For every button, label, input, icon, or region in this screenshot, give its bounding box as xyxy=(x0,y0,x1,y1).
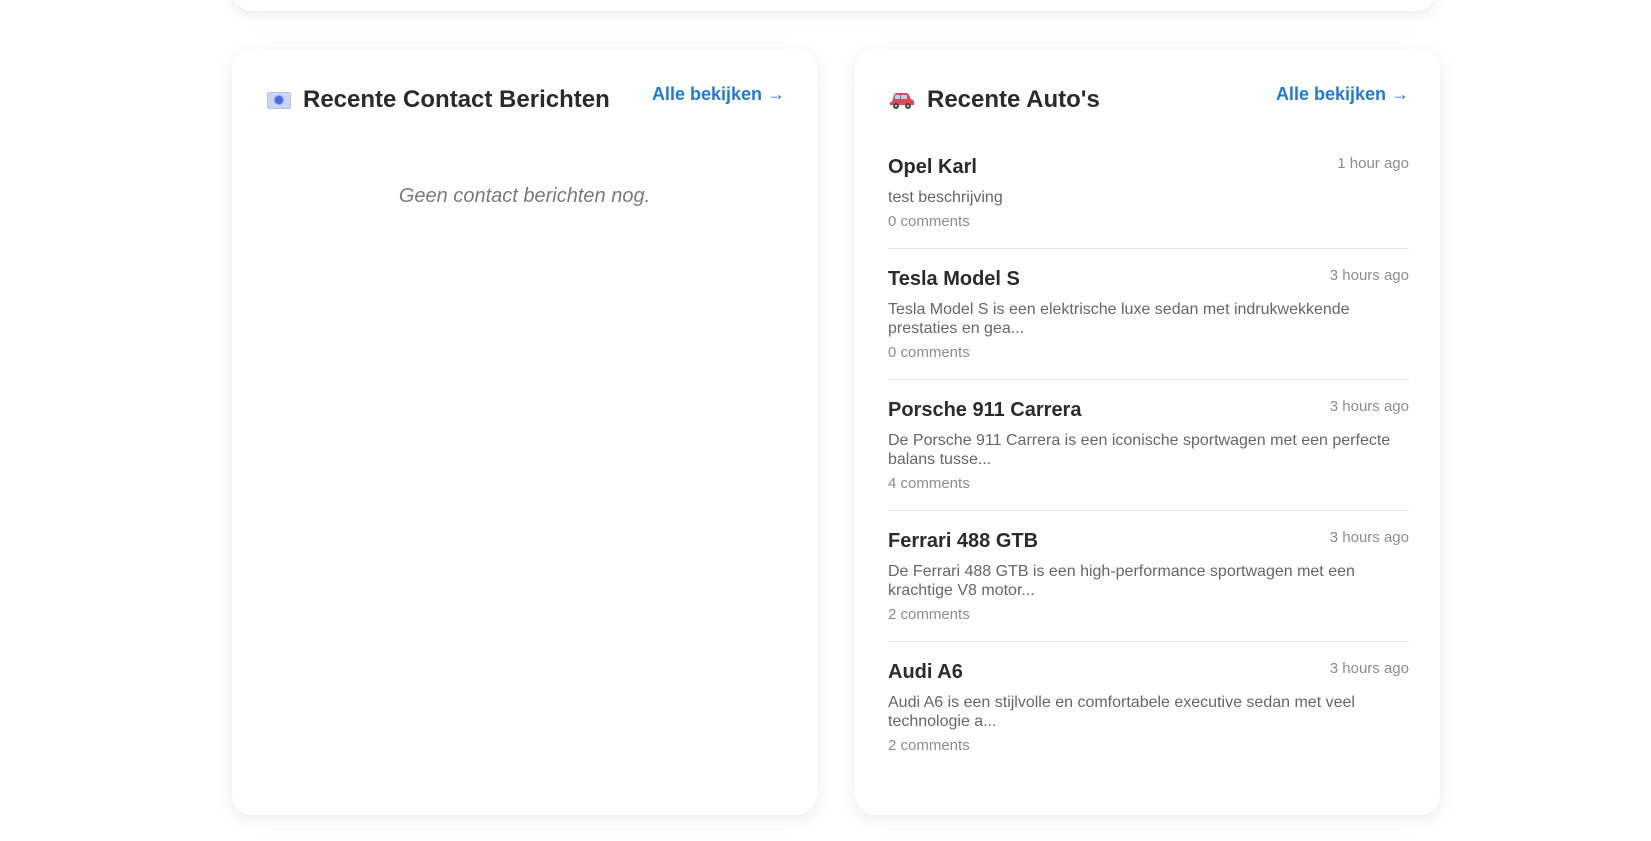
cars-card-title: Recente Auto's xyxy=(889,86,1100,114)
car-description: Tesla Model S is een elektrische luxe se… xyxy=(888,301,1350,337)
car-timestamp: 1 hour ago xyxy=(1337,155,1409,172)
contact-card-header: Recente Contact Berichten Alle bekijken … xyxy=(232,78,817,118)
contact-empty-message: Geen contact berichten nog. xyxy=(398,185,651,207)
car-list-item[interactable]: Audi A6 3 hours ago Audi A6 is een stijl… xyxy=(888,658,1409,772)
contact-card-title: Recente Contact Berichten xyxy=(267,86,610,114)
car-list-item[interactable]: Opel Karl 1 hour ago test beschrijving 0… xyxy=(888,153,1409,249)
car-timestamp: 3 hours ago xyxy=(1329,398,1409,415)
recent-cars-card: Recente Auto's Alle bekijken → Opel Karl… xyxy=(855,49,1440,815)
contact-title-text: Recente Contact Berichten xyxy=(303,86,610,113)
car-comment-count: 0 comments xyxy=(888,344,970,361)
cars-card-header: Recente Auto's Alle bekijken → xyxy=(855,78,1440,118)
previous-card-bottom xyxy=(232,0,1436,11)
car-description: De Porsche 911 Carrera is een iconische … xyxy=(888,432,1391,468)
recent-contact-messages-card: Recente Contact Berichten Alle bekijken … xyxy=(232,49,817,815)
car-name[interactable]: Opel Karl xyxy=(888,153,1409,181)
car-comment-count: 2 comments xyxy=(888,737,970,754)
car-list-item[interactable]: Porsche 911 Carrera 3 hours ago De Porsc… xyxy=(888,396,1409,511)
car-timestamp: 3 hours ago xyxy=(1329,529,1409,546)
car-timestamp: 3 hours ago xyxy=(1329,267,1409,284)
car-list: Opel Karl 1 hour ago test beschrijving 0… xyxy=(888,153,1409,788)
car-list-item[interactable]: Tesla Model S 3 hours ago Tesla Model S … xyxy=(888,265,1409,380)
cars-title-text: Recente Auto's xyxy=(927,86,1100,113)
car-description: De Ferrari 488 GTB is een high-performan… xyxy=(888,563,1355,599)
cars-view-all-link[interactable]: Alle bekijken → xyxy=(1276,84,1409,105)
car-comment-count: 2 comments xyxy=(888,606,970,623)
envelope-icon xyxy=(267,91,291,109)
car-list-item[interactable]: Ferrari 488 GTB 3 hours ago De Ferrari 4… xyxy=(888,527,1409,642)
car-description: test beschrijving xyxy=(888,189,1003,206)
car-comment-count: 4 comments xyxy=(888,475,970,492)
car-comment-count: 0 comments xyxy=(888,213,970,230)
car-icon xyxy=(889,90,915,110)
contact-view-all-link[interactable]: Alle bekijken → xyxy=(652,84,785,105)
car-description: Audi A6 is een stijlvolle en comfortabel… xyxy=(888,694,1355,730)
car-timestamp: 3 hours ago xyxy=(1329,660,1409,677)
